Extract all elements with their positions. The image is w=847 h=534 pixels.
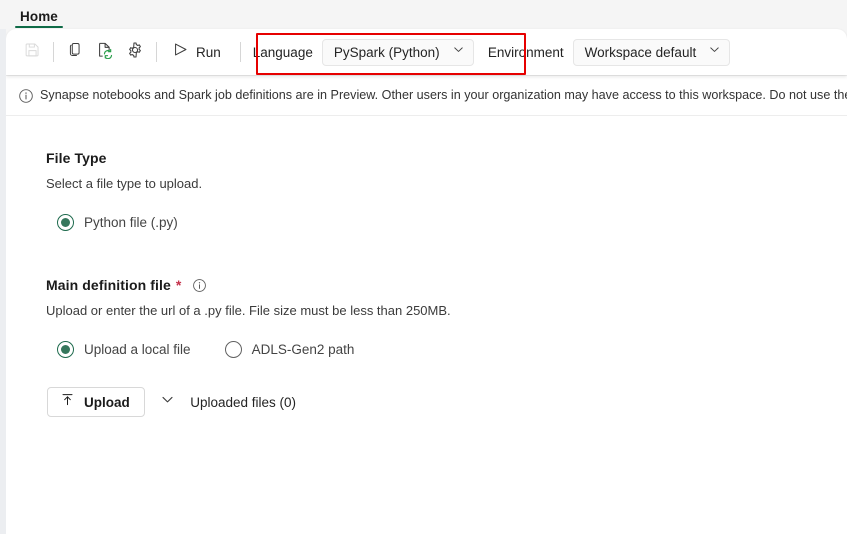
settings-button[interactable] [120,37,150,67]
file-type-radio-group: Python file (.py) [46,214,847,231]
copy-button[interactable] [60,37,90,67]
save-icon [24,41,41,63]
required-asterisk: * [175,277,182,293]
toolbar-container: Run Language PySpark (Python) Environmen… [0,29,847,76]
run-button-label: Run [196,44,221,60]
radio-python-file[interactable]: Python file (.py) [57,214,178,231]
chevron-down-icon [708,43,721,61]
run-play-icon [172,41,189,63]
upload-button-label: Upload [84,394,130,410]
radio-unselected-icon [224,341,242,358]
preview-banner-text: Synapse notebooks and Spark job definiti… [40,87,847,102]
radio-selected-icon [57,214,74,231]
radio-selected-icon [57,341,74,358]
main-definition-file-section: Main definition file * Upload or enter t… [46,277,847,417]
chevron-down-icon [452,43,465,61]
main-definition-file-radio-group: Upload a local file ADLS-Gen2 path [46,341,847,358]
main-definition-file-description: Upload or enter the url of a .py file. F… [46,303,451,318]
left-rail [0,29,6,534]
radio-upload-local-file-label: Upload a local file [84,342,191,357]
main-content: File Type Select a file type to upload. … [6,116,847,534]
environment-dropdown-value: Workspace default [584,44,697,60]
radio-upload-local-file[interactable]: Upload a local file [57,341,191,358]
language-group: Language PySpark (Python) [252,38,474,66]
upload-arrow-icon [60,392,75,412]
file-type-title: File Type [46,150,847,166]
uploaded-files-label: Uploaded files (0) [190,394,297,410]
toolbar-separator-3 [239,42,241,62]
ribbon-tabstrip: Home [0,0,847,29]
toolbar-separator-2 [156,42,157,62]
environment-label: Environment [487,44,564,60]
tab-home[interactable]: Home [14,8,64,30]
tab-active-underline [15,25,63,28]
language-label: Language [252,44,313,60]
command-toolbar: Run Language PySpark (Python) Environmen… [6,29,847,75]
preview-banner: Synapse notebooks and Spark job definiti… [6,76,847,116]
publish-button[interactable] [90,37,120,67]
radio-adls-gen2-path-label: ADLS-Gen2 path [251,342,355,357]
uploaded-files-expander[interactable]: Uploaded files (0) [160,392,296,412]
main-definition-file-title: Main definition file * [46,277,847,293]
copy-icon [67,41,84,63]
run-button[interactable]: Run [165,36,230,68]
upload-button[interactable]: Upload [47,387,145,417]
environment-group: Environment Workspace default [487,38,731,66]
settings-gear-icon [126,41,144,64]
save-button[interactable] [17,37,47,67]
chevron-down-icon [160,392,175,412]
radio-python-file-label: Python file (.py) [84,215,178,230]
info-circle-icon [12,88,40,104]
radio-adls-gen2-path[interactable]: ADLS-Gen2 path [224,341,355,358]
file-type-description: Select a file type to upload. [46,176,203,191]
environment-dropdown[interactable]: Workspace default [572,38,731,66]
file-type-section: File Type Select a file type to upload. … [46,150,847,231]
file-type-title-label: File Type [46,150,107,166]
publish-refresh-icon [96,41,114,64]
app-window: Home Run Language PySpark (Python) Envir… [0,0,847,534]
tab-home-label: Home [20,8,58,24]
language-dropdown-value: PySpark (Python) [333,44,440,60]
toolbar-separator-1 [53,42,54,62]
language-dropdown[interactable]: PySpark (Python) [321,38,474,66]
info-circle-icon[interactable] [192,278,207,293]
main-definition-file-title-label: Main definition file [46,277,171,293]
